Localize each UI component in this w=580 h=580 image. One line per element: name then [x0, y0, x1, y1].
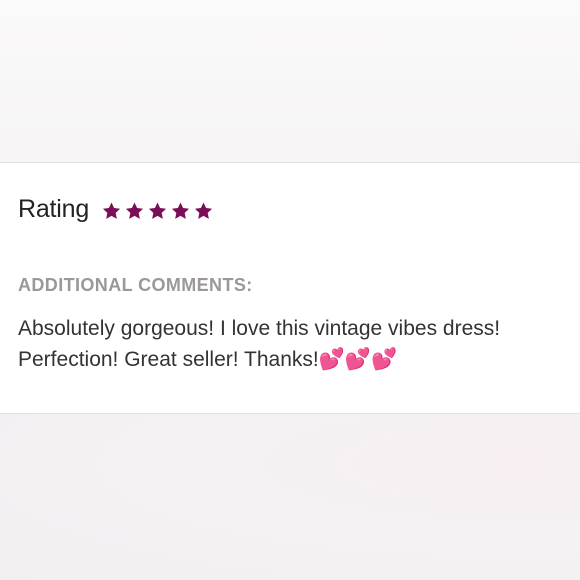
rating-label: Rating	[18, 195, 90, 223]
star-icon	[194, 202, 213, 219]
star-icon	[148, 202, 167, 219]
background-top	[0, 0, 580, 162]
star-icon	[102, 202, 121, 219]
star-icon	[171, 202, 190, 219]
background-bottom	[0, 414, 580, 580]
comment-text: Absolutely gorgeous! I love this vintage…	[18, 317, 501, 371]
rating-row: Rating	[18, 195, 214, 224]
star-rating	[101, 201, 214, 221]
review-card: Rating ADDITIONAL COMMENTS: Absolutely g…	[0, 162, 580, 414]
star-icon	[125, 202, 144, 219]
comments-heading: ADDITIONAL COMMENTS:	[18, 275, 253, 295]
